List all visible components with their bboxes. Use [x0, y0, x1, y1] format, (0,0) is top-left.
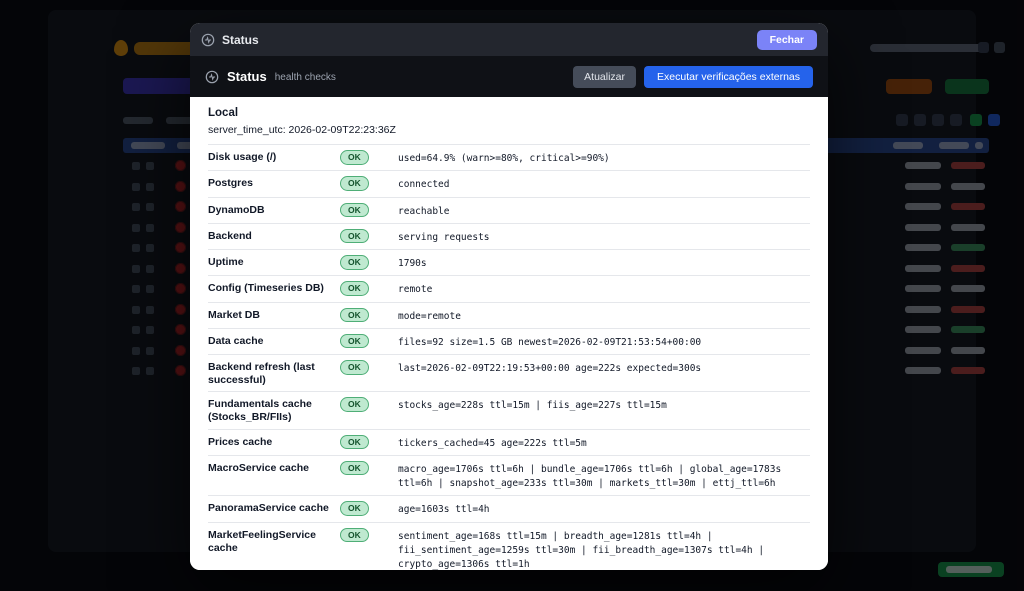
check-value: tickers_cached=45 age=222s ttl=5m — [398, 435, 587, 451]
modal-title: Status — [222, 33, 259, 47]
check-value: reachable — [398, 203, 449, 219]
check-label: MacroService cache — [208, 461, 340, 475]
server-time: server_time_utc: 2026-02-09T22:23:36Z — [208, 124, 810, 136]
check-label: Backend — [208, 229, 340, 243]
check-row: Fundamentals cache (Stocks_BR/FIIs) OK s… — [208, 391, 810, 428]
check-row: DynamoDB OK reachable — [208, 197, 810, 223]
status-modal: Status Fechar Status health checks Atual… — [190, 23, 828, 570]
section-title: Local — [208, 107, 810, 119]
check-label: Fundamentals cache (Stocks_BR/FIIs) — [208, 397, 340, 424]
check-value: used=64.9% (warn>=80%, critical>=90%) — [398, 150, 610, 166]
check-value: files=92 size=1.5 GB newest=2026-02-09T2… — [398, 334, 701, 350]
check-value: age=1603s ttl=4h — [398, 501, 490, 517]
page-title: Status — [227, 69, 267, 84]
status-badge: OK — [340, 255, 369, 270]
check-label: Config (Timeseries DB) — [208, 281, 340, 295]
page-subtitle: health checks — [275, 72, 336, 83]
check-row: Uptime OK 1790s — [208, 249, 810, 275]
modal-title-bar: Status Fechar — [190, 23, 828, 56]
check-label: MarketFeelingService cache — [208, 528, 340, 555]
check-value: sentiment_age=168s ttl=15m | breadth_age… — [398, 528, 810, 571]
check-row: Market DB OK mode=remote — [208, 302, 810, 328]
refresh-button[interactable]: Atualizar — [573, 66, 636, 88]
check-label: DynamoDB — [208, 203, 340, 217]
check-label: Disk usage (/) — [208, 150, 340, 164]
check-row: Backend refresh (last successful) OK las… — [208, 354, 810, 391]
check-row: Prices cache OK tickers_cached=45 age=22… — [208, 429, 810, 455]
check-row: MacroService cache OK macro_age=1706s tt… — [208, 455, 810, 496]
status-badge: OK — [340, 528, 369, 543]
check-value: last=2026-02-09T22:19:53+00:00 age=222s … — [398, 360, 701, 376]
check-label: Prices cache — [208, 435, 340, 449]
check-label: PanoramaService cache — [208, 501, 340, 515]
run-external-checks-button[interactable]: Executar verificações externas — [644, 66, 813, 88]
checks-panel[interactable]: Local server_time_utc: 2026-02-09T22:23:… — [190, 97, 828, 570]
check-label: Postgres — [208, 176, 340, 190]
activity-icon — [205, 70, 219, 84]
close-button[interactable]: Fechar — [757, 30, 817, 50]
status-badge: OK — [340, 281, 369, 296]
check-row: Disk usage (/) OK used=64.9% (warn>=80%,… — [208, 144, 810, 170]
status-badge: OK — [340, 360, 369, 375]
status-badge: OK — [340, 397, 369, 412]
status-badge: OK — [340, 308, 369, 323]
check-label: Uptime — [208, 255, 340, 269]
status-badge: OK — [340, 176, 369, 191]
modal-header: Status health checks Atualizar Executar … — [190, 56, 828, 97]
status-badge: OK — [340, 461, 369, 476]
check-value: mode=remote — [398, 308, 461, 324]
status-badge: OK — [340, 150, 369, 165]
check-label: Data cache — [208, 334, 340, 348]
check-list: Disk usage (/) OK used=64.9% (warn>=80%,… — [208, 144, 810, 570]
check-value: macro_age=1706s ttl=6h | bundle_age=1706… — [398, 461, 810, 492]
check-label: Backend refresh (last successful) — [208, 360, 340, 387]
screen: Status Fechar Status health checks Atual… — [0, 0, 1024, 591]
check-row: Config (Timeseries DB) OK remote — [208, 275, 810, 301]
check-value: stocks_age=228s ttl=15m | fiis_age=227s … — [398, 397, 667, 413]
status-badge: OK — [340, 229, 369, 244]
status-badge: OK — [340, 203, 369, 218]
activity-icon — [201, 33, 215, 47]
status-badge: OK — [340, 435, 369, 450]
check-value: serving requests — [398, 229, 490, 245]
check-value: 1790s — [398, 255, 427, 271]
status-badge: OK — [340, 501, 369, 516]
check-value: connected — [398, 176, 449, 192]
status-badge: OK — [340, 334, 369, 349]
check-row: Data cache OK files=92 size=1.5 GB newes… — [208, 328, 810, 354]
check-row: Postgres OK connected — [208, 170, 810, 196]
check-row: PanoramaService cache OK age=1603s ttl=4… — [208, 495, 810, 521]
check-row: MarketFeelingService cache OK sentiment_… — [208, 522, 810, 571]
check-row: Backend OK serving requests — [208, 223, 810, 249]
check-label: Market DB — [208, 308, 340, 322]
check-value: remote — [398, 281, 432, 297]
